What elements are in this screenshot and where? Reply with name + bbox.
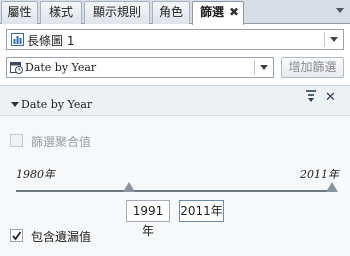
tab-bar: 屬性 樣式 顯示規則 角色 篩選 ✖ xyxy=(0,0,350,25)
include-missing-checkbox[interactable] xyxy=(10,229,23,242)
tab-roles[interactable]: 角色 xyxy=(152,1,190,24)
collapse-triangle-icon[interactable] xyxy=(11,102,19,107)
slider-min-handle[interactable] xyxy=(123,182,135,192)
filter-aggregate-checkbox[interactable] xyxy=(10,134,23,147)
range-to-input[interactable]: 2011年 xyxy=(179,200,224,222)
filter-variable-select[interactable]: Date by Year xyxy=(6,57,274,78)
add-filter-button[interactable]: 增加篩選 xyxy=(281,57,344,78)
dropdown-separator xyxy=(254,60,255,75)
close-tab-icon[interactable]: ✖ xyxy=(229,2,239,23)
chevron-down-icon[interactable] xyxy=(260,65,268,70)
checkmark-icon xyxy=(12,231,22,241)
slider-track[interactable] xyxy=(16,190,333,192)
bar-chart-icon xyxy=(11,33,24,46)
chevron-down-icon[interactable] xyxy=(330,37,338,42)
slider-max-handle[interactable] xyxy=(326,182,338,192)
object-select-value: 長條圖 1 xyxy=(27,34,75,48)
tab-properties[interactable]: 屬性 xyxy=(1,1,38,24)
tab-list-menu-icon[interactable] xyxy=(336,8,344,13)
filter-aggregate-label: 篩選聚合值 xyxy=(31,135,92,149)
dropdown-separator xyxy=(324,32,325,47)
tab-display-rules[interactable]: 顯示規則 xyxy=(84,1,150,24)
filter-options-icon[interactable] xyxy=(305,89,317,103)
filter-variable-value: Date by Year xyxy=(25,61,97,74)
date-calendar-icon xyxy=(10,62,23,74)
tab-styles[interactable]: 樣式 xyxy=(40,1,82,24)
filter-panel: Date by Year ✕ 篩選聚合值 1980年 2011年 1991年 2… xyxy=(0,85,350,256)
include-missing-label: 包含遺漏值 xyxy=(31,230,92,244)
close-icon[interactable]: ✕ xyxy=(325,90,336,105)
range-from-input[interactable]: 1991年 xyxy=(126,200,170,238)
tab-filters-label: 篩選 xyxy=(200,5,225,19)
filter-title: Date by Year xyxy=(21,98,93,111)
object-select[interactable]: 長條圖 1 xyxy=(6,29,344,50)
range-min-label: 1980年 xyxy=(16,168,55,181)
range-max-label: 2011年 xyxy=(300,168,339,181)
filter-panel-header: Date by Year ✕ xyxy=(0,86,350,116)
tab-filters[interactable]: 篩選 ✖ xyxy=(192,1,244,25)
